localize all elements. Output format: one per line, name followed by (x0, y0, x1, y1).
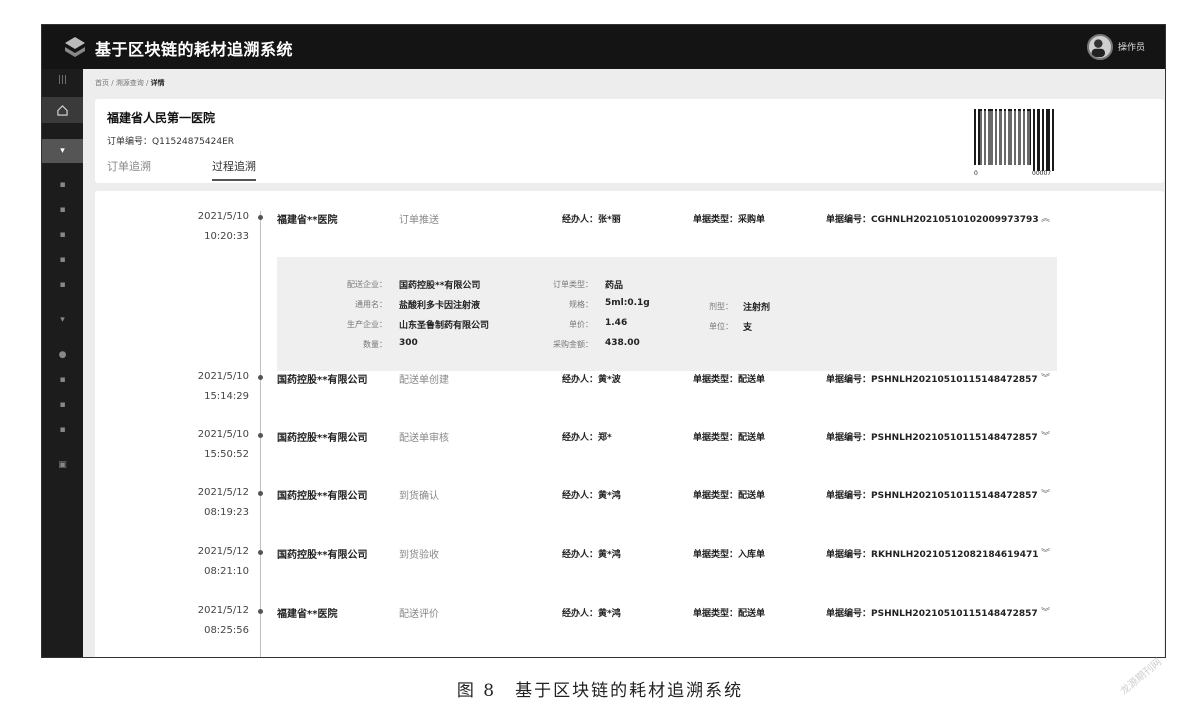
timeline-dot-icon (258, 491, 263, 496)
timeline-row[interactable]: 2021/5/12 08:19:23 国药控股**有限公司 到货确认 经办人：黄… (95, 467, 1164, 518)
expand-icon[interactable]: ︾ (1041, 546, 1050, 559)
users-icon[interactable]: ▪ (42, 274, 83, 296)
breadcrumb-query[interactable]: 溯源查询 (116, 79, 144, 87)
svg-text:00007: 00007 (1032, 170, 1051, 177)
app-window: 基于区块链的耗材追溯系统 操作员 ||| ▾ ▪ ▪ ▪ ▪ ▪ ▾ ● ▪ ▪… (41, 24, 1166, 658)
top-bar: 基于区块链的耗材追溯系统 操作员 (42, 25, 1165, 69)
svg-text:0: 0 (974, 170, 978, 177)
tab-process-trace[interactable]: 过程追溯 (212, 158, 256, 181)
process-timeline-card: 2021/5/10 10:20:33 福建省**医院 订单推送 经办人：张*丽 … (95, 191, 1164, 657)
timeline-dot-icon (258, 215, 263, 220)
home-icon[interactable] (42, 97, 83, 123)
timeline-row[interactable]: 2021/5/10 10:20:33 福建省**医院 订单推送 经办人：张*丽 … (95, 191, 1164, 242)
order-number: 订单编号：Q11524875424ER (107, 137, 235, 147)
page-title: 福建省人民第一医院 (107, 111, 216, 125)
dropdown-menu-icon[interactable]: ▾ (42, 139, 83, 163)
expand-icon[interactable]: ︾ (1041, 371, 1050, 384)
sidebar: ||| ▾ ▪ ▪ ▪ ▪ ▪ ▾ ● ▪ ▪ ▪ ▣ (42, 69, 83, 657)
user-name[interactable]: 操作员 (1118, 40, 1145, 53)
breadcrumb: 首页 / 溯源查询 / 详情 (95, 79, 165, 87)
timeline-dot-icon (258, 375, 263, 380)
circle-icon[interactable]: ● (42, 344, 83, 366)
timeline-row[interactable]: 2021/5/12 08:25:56 福建省**医院 配送评价 经办人：黄*鸿 … (95, 585, 1164, 636)
breadcrumb-home[interactable]: 首页 (95, 79, 109, 87)
expand-icon[interactable]: ︾ (1041, 487, 1050, 500)
timeline-dot-icon (258, 550, 263, 555)
barcode-icon: 0 00007 (974, 109, 1054, 177)
logo-icon (65, 37, 85, 57)
tablet-icon[interactable]: ▪ (42, 419, 83, 441)
box-icon[interactable]: ▪ (42, 224, 83, 246)
truck-icon[interactable]: ▪ (42, 199, 83, 221)
expand-icon[interactable]: ︾ (1041, 605, 1050, 618)
timeline-row[interactable]: 2021/5/12 08:21:10 国药控股**有限公司 到货验收 经办人：黄… (95, 526, 1164, 577)
app-title: 基于区块链的耗材追溯系统 (95, 40, 294, 59)
timeline-dot-icon (258, 609, 263, 614)
chevron-down-icon[interactable]: ▾ (42, 309, 83, 331)
package-icon[interactable]: ▪ (42, 174, 83, 196)
avatar[interactable] (1087, 34, 1113, 60)
timeline-row[interactable]: 2021/5/10 15:50:52 国药控股**有限公司 配送单审核 经办人：… (95, 409, 1164, 460)
figure-caption: 图 8 基于区块链的耗材追溯系统 (456, 681, 744, 701)
order-header-card: 福建省人民第一医院 订单编号：Q11524875424ER 订单追溯 过程追溯 … (95, 99, 1164, 183)
tab-order-trace[interactable]: 订单追溯 (107, 158, 151, 174)
expand-icon[interactable]: ︾ (1041, 429, 1050, 442)
clipboard-icon[interactable]: ▪ (42, 369, 83, 391)
chart-icon[interactable]: ▣ (42, 454, 83, 476)
collapse-icon[interactable]: ︽ (1041, 211, 1050, 224)
timeline-dot-icon (258, 433, 263, 438)
timeline-row[interactable]: 2021/5/10 15:14:29 国药控股**有限公司 配送单创建 经办人：… (95, 351, 1164, 402)
breadcrumb-current: 详情 (150, 79, 165, 87)
user-photo-icon (1091, 39, 1106, 58)
file-icon[interactable]: ▪ (42, 249, 83, 271)
monitor-icon[interactable]: ▪ (42, 394, 83, 416)
menu-toggle-icon[interactable]: ||| (42, 69, 83, 91)
